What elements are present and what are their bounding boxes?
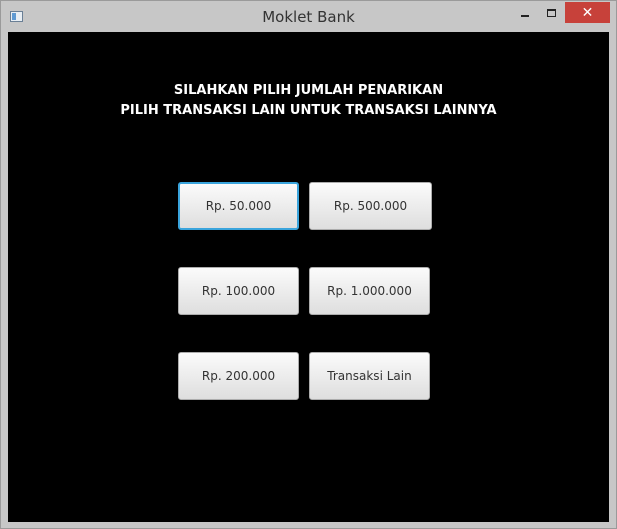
withdraw-50000-button[interactable]: Rp. 50.000: [178, 182, 299, 230]
close-button[interactable]: ✕: [565, 2, 610, 23]
heading-line-1: SILAHKAN PILIH JUMLAH PENARIKAN: [173, 83, 444, 98]
heading-line-2: PILIH TRANSAKSI LAIN UNTUK TRANSAKSI LAI…: [120, 103, 497, 118]
close-icon: ✕: [581, 4, 594, 21]
maximize-icon: [546, 8, 556, 17]
withdraw-100000-button[interactable]: Rp. 100.000: [178, 267, 299, 315]
other-transaction-button[interactable]: Transaksi Lain: [309, 352, 430, 400]
minimize-button[interactable]: [512, 2, 538, 23]
withdraw-500000-button[interactable]: Rp. 500.000: [309, 182, 432, 230]
withdraw-1000000-button[interactable]: Rp. 1.000.000: [309, 267, 430, 315]
app-window: Moklet Bank ✕ SILAHKAN PILIH JUMLAH PENA…: [0, 0, 617, 529]
title-bar[interactable]: Moklet Bank ✕: [1, 1, 616, 32]
maximize-button[interactable]: [538, 2, 564, 23]
minimize-icon: [521, 14, 529, 17]
main-panel: SILAHKAN PILIH JUMLAH PENARIKAN PILIH TR…: [8, 32, 609, 522]
withdraw-200000-button[interactable]: Rp. 200.000: [178, 352, 299, 400]
